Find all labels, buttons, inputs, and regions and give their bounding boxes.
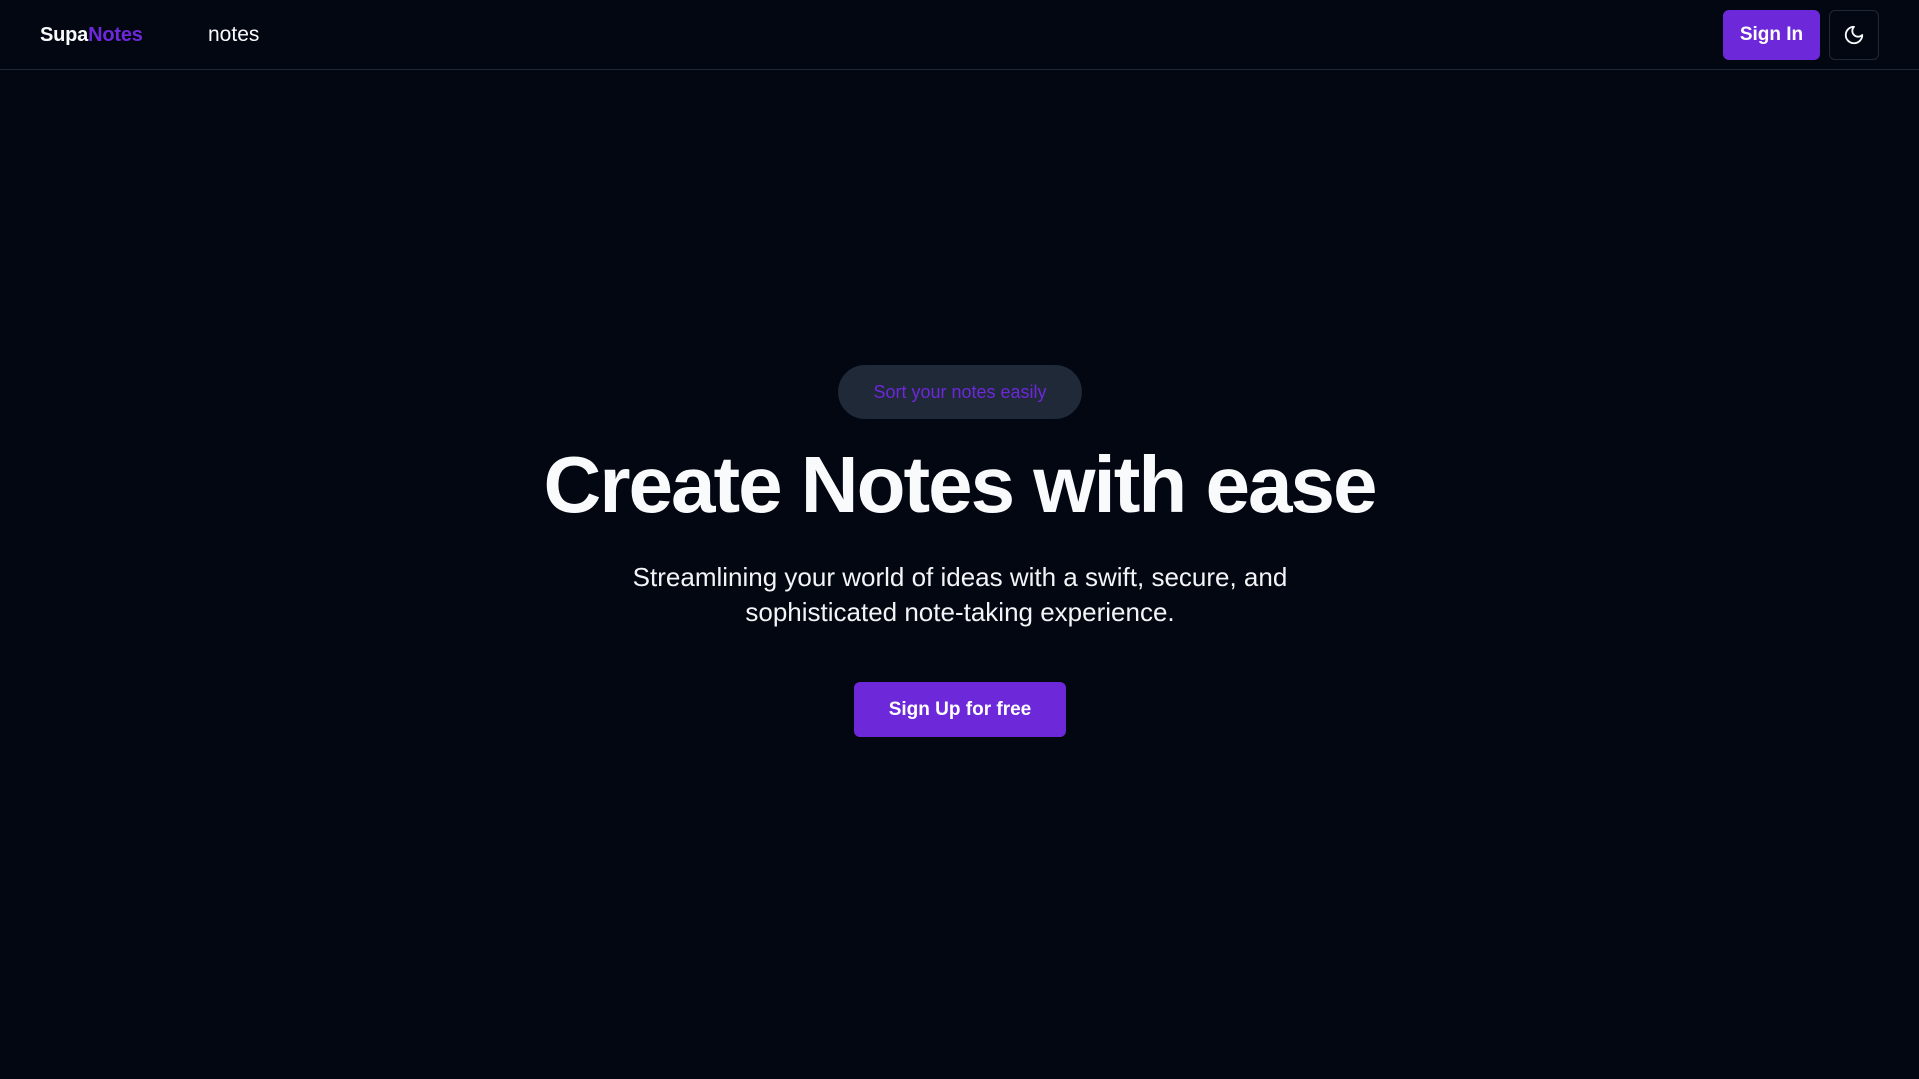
theme-toggle-button[interactable] xyxy=(1829,10,1879,60)
brand-logo[interactable]: SupaNotes xyxy=(40,22,143,48)
hero-title: Create Notes with ease xyxy=(543,440,1378,529)
top-navbar: SupaNotes notes Sign In xyxy=(0,0,1919,70)
moon-icon xyxy=(1843,24,1865,46)
hero-subtitle: Streamlining your world of ideas with a … xyxy=(632,562,1288,627)
sign-up-button[interactable]: Sign Up for free xyxy=(854,682,1066,737)
logo-text-supa: Supa xyxy=(40,24,89,46)
sign-in-button[interactable]: Sign In xyxy=(1723,10,1820,60)
hero-badge: Sort your notes easily xyxy=(838,365,1082,419)
nav-link-notes[interactable]: notes xyxy=(208,21,259,49)
logo-text-notes: Notes xyxy=(88,24,143,46)
